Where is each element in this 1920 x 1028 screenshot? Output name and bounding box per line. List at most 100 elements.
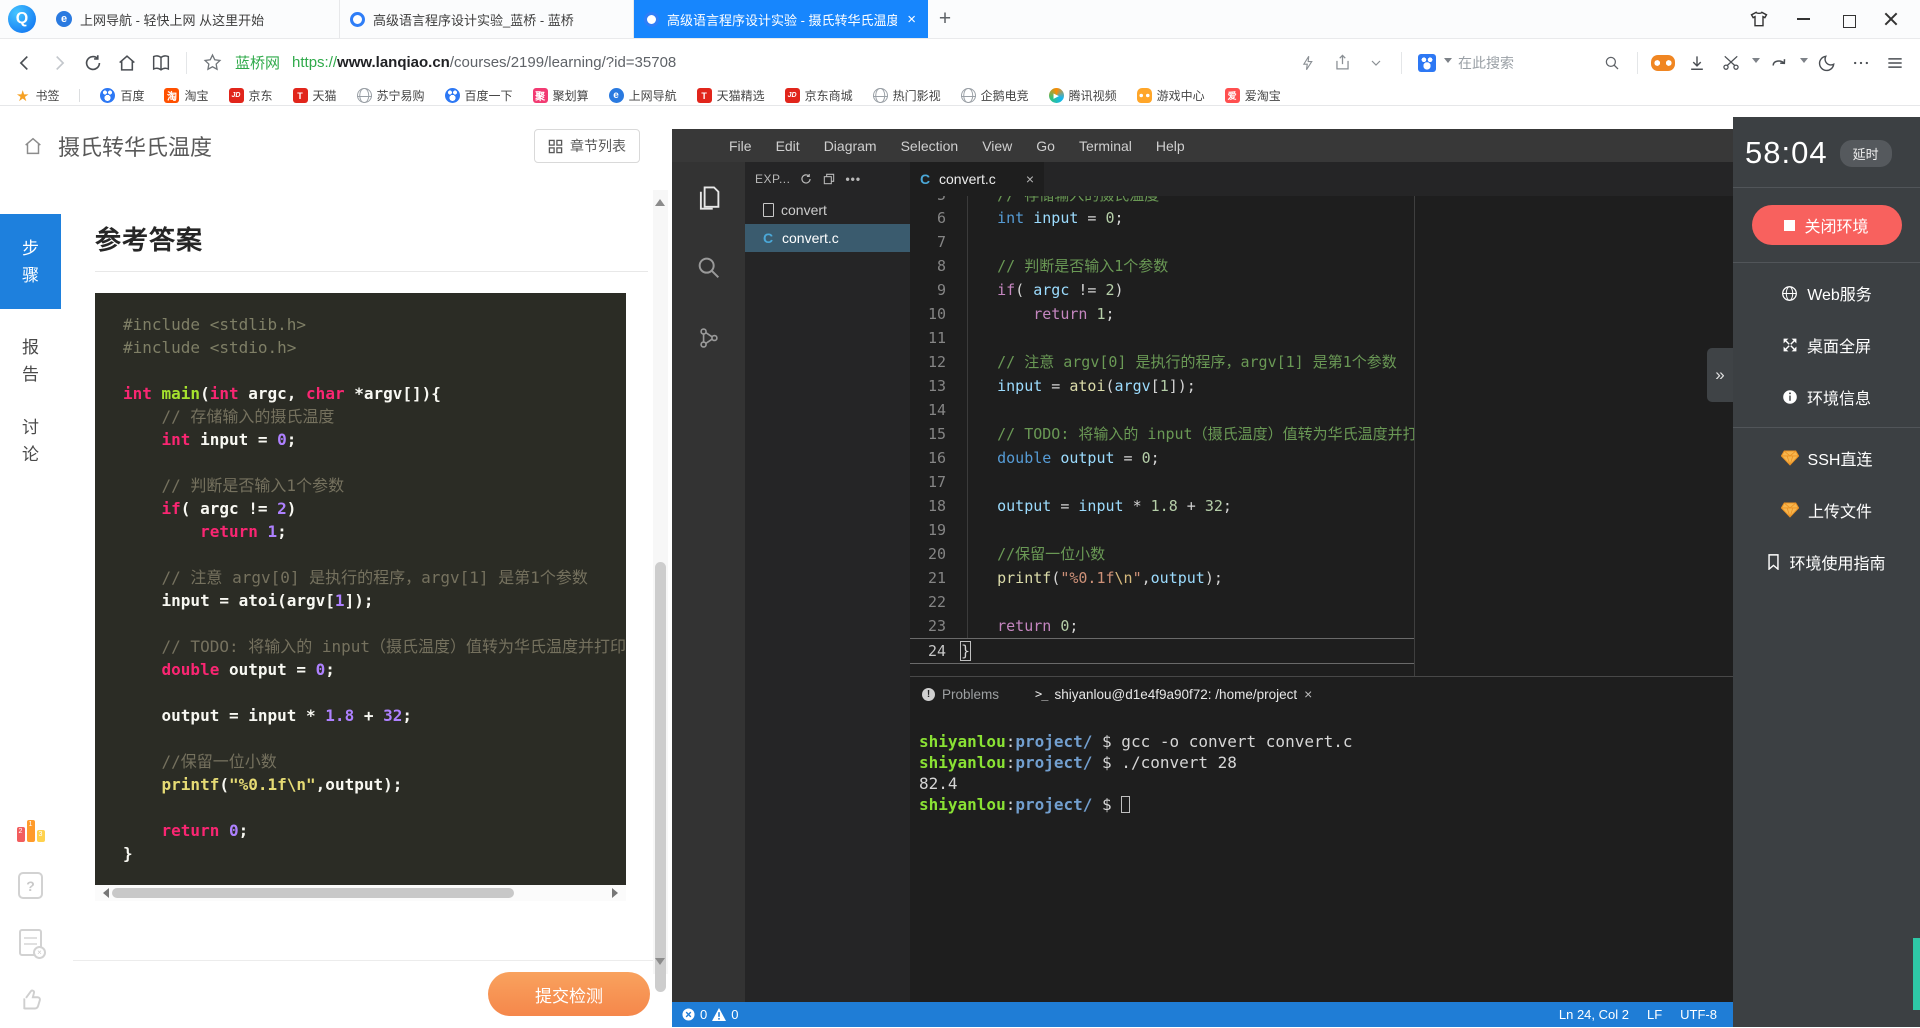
menu-go[interactable]: Go [1025, 138, 1066, 154]
home-icon[interactable] [112, 48, 142, 78]
menu-file[interactable]: File [718, 138, 763, 154]
search-icon[interactable] [1603, 54, 1621, 72]
bookmark-item[interactable]: 百度一下 [445, 87, 513, 104]
scroll-right-icon[interactable] [612, 888, 623, 898]
bookmark-item[interactable]: T天猫精选 [697, 87, 765, 104]
bookmark-item[interactable]: ▶腾讯视频 [1049, 87, 1117, 104]
screenshot-dropdown-icon[interactable] [1752, 58, 1760, 67]
bookmark-item[interactable]: 企鹅电竞 [961, 87, 1029, 104]
report-error-icon[interactable]: × [19, 929, 42, 956]
reader-mode-icon[interactable] [146, 48, 176, 78]
problems-status[interactable]: 0 0 [682, 1007, 738, 1022]
new-tab-button[interactable]: + [928, 0, 962, 38]
env-action-fullscreen-1[interactable]: 桌面全屏 [1733, 319, 1920, 371]
page-scrollbar[interactable] [653, 190, 668, 974]
browser-tab[interactable]: 高级语言程序设计实验 - 摄氏转华氏温度× [634, 0, 928, 38]
close-tab-icon[interactable]: × [1026, 171, 1034, 187]
tab-terminal[interactable]: >_ shiyanlou@d1e4f9a90f72: /home/project… [1035, 686, 1312, 702]
course-nav-tab[interactable]: 讨论 [0, 413, 61, 469]
encoding-indicator[interactable]: UTF-8 [1680, 1007, 1717, 1022]
bookmarks-root[interactable]: ★ 书签 [16, 87, 59, 105]
search-icon[interactable] [689, 248, 729, 288]
bookmark-item[interactable]: 淘淘宝 [164, 87, 208, 104]
env-action-globe-0[interactable]: Web服务 [1733, 267, 1920, 319]
site-name-label[interactable]: 蓝桥网 [235, 52, 280, 73]
env-action-info-2[interactable]: 环境信息 [1733, 371, 1920, 423]
bookmark-item[interactable]: 游戏中心 [1137, 87, 1205, 104]
search-input[interactable]: 在此搜索 [1458, 53, 1597, 73]
code-editor[interactable]: 5 // 存储输入的摄氏温度6 int input = 0;78 // 判断是否… [910, 196, 1733, 676]
bookmark-item[interactable]: 爱爱淘宝 [1225, 87, 1281, 104]
back-icon[interactable] [10, 48, 40, 78]
chevron-down-icon[interactable] [1361, 48, 1391, 78]
search-engine-dropdown-icon[interactable] [1444, 58, 1452, 67]
menu-view[interactable]: View [971, 138, 1023, 154]
explorer-more-icon[interactable] [845, 172, 861, 186]
explorer-item[interactable]: convert [745, 196, 910, 224]
submit-check-button[interactable]: 提交检测 [488, 972, 650, 1016]
baidu-paw-icon[interactable] [1418, 54, 1436, 72]
panel-expander-button[interactable]: » [1707, 348, 1733, 402]
address-bar[interactable]: https://www.lanqiao.cn/courses/2199/lear… [292, 54, 1289, 71]
browser-logo-icon[interactable] [8, 5, 36, 33]
env-action-diamond-1[interactable]: 上传文件 [1733, 484, 1920, 536]
skin-icon[interactable] [1744, 4, 1774, 34]
bookmark-item[interactable]: JD京东 [229, 87, 273, 104]
extend-time-button[interactable]: 延时 [1840, 140, 1892, 167]
bookmark-item[interactable]: 苏宁易购 [357, 87, 425, 104]
cursor-position[interactable]: Ln 24, Col 2 [1559, 1007, 1629, 1022]
favorite-star-icon[interactable] [197, 48, 227, 78]
scrollbar-thumb[interactable] [655, 562, 666, 992]
screenshot-scissors-icon[interactable] [1716, 48, 1746, 78]
browser-tab[interactable]: 高级语言程序设计实验_蓝桥 - 蓝桥 [340, 0, 634, 38]
menu-selection[interactable]: Selection [890, 138, 970, 154]
course-nav-tab[interactable]: 报告 [0, 333, 61, 389]
download-icon[interactable] [1682, 48, 1712, 78]
bookmark-item[interactable]: T天猫 [293, 87, 337, 104]
refresh-explorer-icon[interactable] [799, 172, 813, 186]
bookmark-item[interactable]: 热门影视 [873, 87, 941, 104]
menu-diagram[interactable]: Diagram [813, 138, 888, 154]
game-center-icon[interactable] [1648, 48, 1678, 78]
menu-terminal[interactable]: Terminal [1068, 138, 1143, 154]
course-nav-tab[interactable]: 步骤 [0, 214, 61, 309]
close-environment-button[interactable]: 关闭环境 [1752, 205, 1902, 245]
editor-tab-convert-c[interactable]: C convert.c × [910, 162, 1044, 196]
refresh-icon[interactable] [78, 48, 108, 78]
minimize-button[interactable] [1788, 4, 1818, 34]
code-horizontal-scrollbar[interactable] [95, 885, 626, 901]
more-icon[interactable] [1846, 48, 1876, 78]
lightning-icon[interactable] [1293, 48, 1323, 78]
help-icon[interactable]: ? [18, 872, 43, 899]
env-action-diamond-0[interactable]: SSH直连 [1733, 432, 1920, 484]
forward-icon[interactable] [44, 48, 74, 78]
menu-icon[interactable] [1880, 48, 1910, 78]
menu-help[interactable]: Help [1145, 138, 1196, 154]
explorer-item[interactable]: Cconvert.c [745, 224, 910, 252]
night-mode-icon[interactable] [1812, 48, 1842, 78]
home-icon[interactable] [22, 135, 44, 157]
menu-edit[interactable]: Edit [765, 138, 811, 154]
eol-indicator[interactable]: LF [1647, 1007, 1662, 1022]
feedback-hand-icon[interactable] [17, 986, 44, 1013]
ranking-icon[interactable]: 213 [17, 820, 45, 842]
restore-button[interactable] [1832, 4, 1862, 34]
search-box[interactable]: 在此搜索 [1412, 53, 1627, 73]
env-scrollbar-thumb[interactable] [1913, 938, 1920, 1010]
scroll-down-icon[interactable] [655, 958, 665, 970]
terminal-output[interactable]: shiyanlou:project/ $ gcc -o convert conv… [910, 711, 1733, 1002]
tab-problems[interactable]: Problems [922, 687, 999, 702]
bookmark-item[interactable]: JD京东商城 [785, 87, 853, 104]
browser-tab[interactable]: e上网导航 - 轻快上网 从这里开始 [46, 0, 340, 38]
chapter-list-button[interactable]: 章节列表 [534, 129, 640, 163]
bookmark-item[interactable]: 聚聚划算 [533, 87, 589, 104]
tab-close-icon[interactable]: × [905, 11, 918, 28]
scrollbar-thumb[interactable] [112, 888, 514, 898]
scroll-left-icon[interactable] [98, 888, 109, 898]
bookmark-item[interactable]: 百度 [100, 87, 144, 104]
close-window-button[interactable] [1876, 4, 1906, 34]
scroll-up-icon[interactable] [655, 194, 665, 206]
restore-tabs-dropdown-icon[interactable] [1800, 58, 1808, 67]
share-icon[interactable] [1327, 48, 1357, 78]
close-terminal-icon[interactable]: × [1304, 686, 1312, 702]
